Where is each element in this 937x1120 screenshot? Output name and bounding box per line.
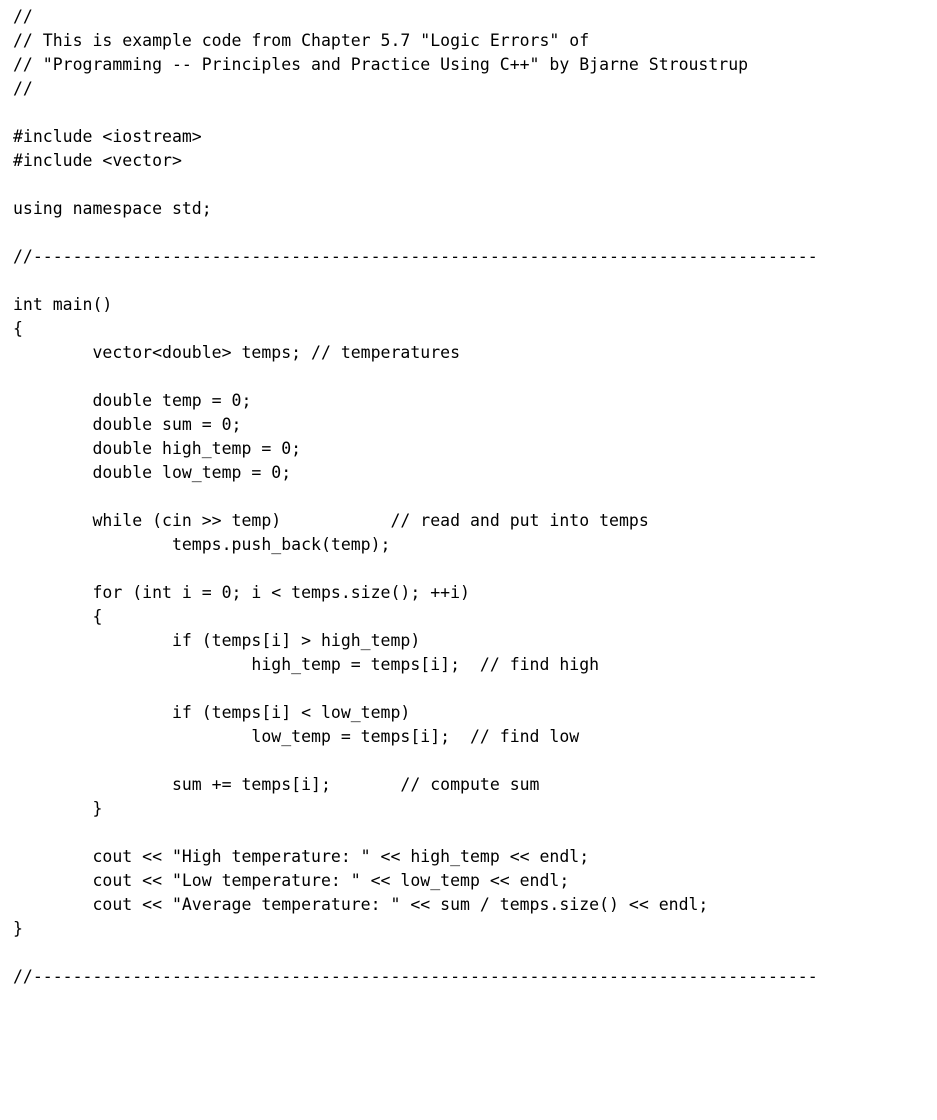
source-code-listing: // // This is example code from Chapter 5… [13,5,937,989]
code-line: double high_temp = 0; [13,439,302,458]
code-line: cout << "High temperature: " << high_tem… [13,847,590,866]
code-line: vector<double> temps; // temperatures [13,343,461,362]
code-line: // This is example code from Chapter 5.7… [13,31,590,50]
code-line: } [13,919,23,938]
code-line: low_temp = temps[i]; // find low [13,727,580,746]
code-line: if (temps[i] < low_temp) [13,703,411,722]
code-line: #include <vector> [13,151,182,170]
code-line: temps.push_back(temp); [13,535,391,554]
code-line: //--------------------------------------… [13,967,818,986]
code-line: // "Programming -- Principles and Practi… [13,55,749,74]
code-line: high_temp = temps[i]; // find high [13,655,600,674]
code-line: double low_temp = 0; [13,463,292,482]
code-line: double temp = 0; [13,391,252,410]
code-line: using namespace std; [13,199,212,218]
code-line: cout << "Average temperature: " << sum /… [13,895,709,914]
code-line: if (temps[i] > high_temp) [13,631,421,650]
code-line: cout << "Low temperature: " << low_temp … [13,871,570,890]
code-line: #include <iostream> [13,127,202,146]
code-line: // [13,79,33,98]
code-line: double sum = 0; [13,415,242,434]
code-line: { [13,607,103,626]
code-line: int main() [13,295,113,314]
code-line: for (int i = 0; i < temps.size(); ++i) [13,583,470,602]
code-line: while (cin >> temp) // read and put into… [13,511,649,530]
code-line: // [13,7,33,26]
code-line: sum += temps[i]; // compute sum [13,775,540,794]
code-line: { [13,319,23,338]
code-document-page: // // This is example code from Chapter 5… [0,0,937,1120]
code-line: //--------------------------------------… [13,247,818,266]
code-line: } [13,799,103,818]
